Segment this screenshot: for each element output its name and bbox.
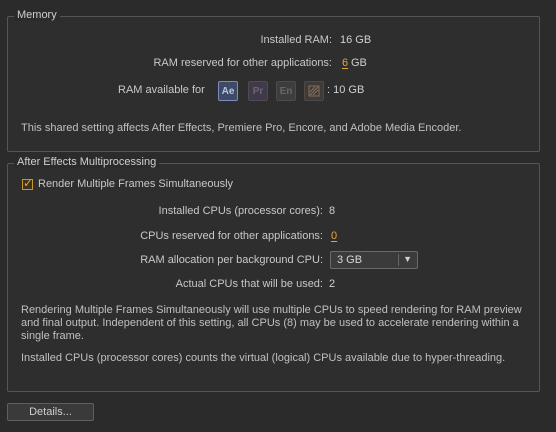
actual-cpus-value: 2 bbox=[329, 278, 336, 290]
installed-cpus-value: 8 bbox=[329, 205, 336, 217]
ram-allocation-label: RAM allocation per background CPU: bbox=[140, 254, 323, 266]
details-button[interactable]: Details... bbox=[7, 403, 94, 421]
hyperthreading-note: Installed CPUs (processor cores) counts … bbox=[21, 352, 506, 364]
render-multiple-frames-checkbox[interactable]: ✓ bbox=[22, 176, 34, 190]
multiprocessing-group: After Effects Multiprocessing ✓ Render M… bbox=[7, 156, 540, 392]
encore-icon[interactable]: En bbox=[276, 81, 296, 101]
ram-reserved-value[interactable]: 6 bbox=[342, 57, 348, 69]
multiprocessing-note: Rendering Multiple Frames Simultaneously… bbox=[21, 304, 522, 342]
memory-note: This shared setting affects After Effect… bbox=[21, 122, 462, 134]
ram-allocation-select-value: 3 GB bbox=[337, 254, 363, 266]
ram-reserved-label: RAM reserved for other applications: bbox=[153, 57, 332, 69]
ram-available-label: RAM available for bbox=[118, 84, 205, 96]
media-encoder-icon[interactable] bbox=[304, 81, 324, 101]
ram-allocation-select[interactable]: 3 GB ▼ bbox=[330, 251, 418, 269]
ram-reserved-unit: GB bbox=[351, 57, 367, 69]
ram-available-value: : 10 GB bbox=[327, 84, 365, 96]
select-separator bbox=[398, 254, 399, 266]
memory-group: Memory Installed RAM: 16 GB RAM reserved… bbox=[7, 9, 540, 152]
after-effects-icon[interactable]: Ae bbox=[218, 81, 238, 101]
installed-ram-value: 16 GB bbox=[340, 34, 372, 46]
render-multiple-frames-label[interactable]: Render Multiple Frames Simultaneously bbox=[38, 178, 233, 190]
chevron-down-icon: ▼ bbox=[403, 254, 412, 264]
premiere-pro-icon[interactable]: Pr bbox=[248, 81, 268, 101]
actual-cpus-label: Actual CPUs that will be used: bbox=[175, 278, 323, 290]
memory-group-title: Memory bbox=[14, 9, 60, 21]
installed-ram-label: Installed RAM: bbox=[260, 34, 332, 46]
cpus-reserved-value[interactable]: 0 bbox=[331, 230, 337, 242]
multiprocessing-group-title: After Effects Multiprocessing bbox=[14, 156, 160, 168]
checkmark-icon: ✓ bbox=[23, 176, 34, 190]
installed-cpus-label: Installed CPUs (processor cores): bbox=[158, 205, 323, 217]
cpus-reserved-label: CPUs reserved for other applications: bbox=[140, 230, 323, 242]
